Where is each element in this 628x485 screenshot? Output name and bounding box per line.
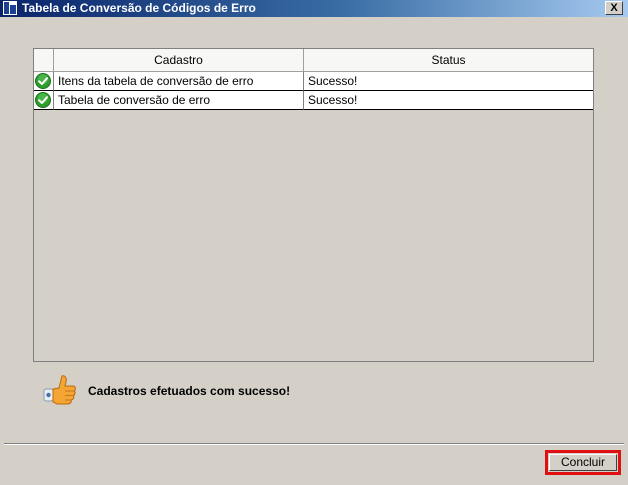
status-cell: Sucesso! xyxy=(304,91,593,110)
success-check-icon xyxy=(35,73,51,89)
grid-header: Cadastro Status xyxy=(34,49,593,72)
window-title: Tabela de Conversão de Códigos de Erro xyxy=(22,1,256,15)
column-header-status[interactable]: Status xyxy=(304,49,593,72)
footer-separator xyxy=(4,443,624,445)
table-row[interactable]: Tabela de conversão de erro Sucesso! xyxy=(34,91,593,110)
cadastro-cell: Itens da tabela de conversão de erro xyxy=(54,72,304,91)
success-check-icon xyxy=(35,92,51,108)
concluir-button-label: Concluir xyxy=(549,454,617,471)
cadastro-cell: Tabela de conversão de erro xyxy=(54,91,304,110)
concluir-button[interactable]: Concluir xyxy=(545,450,621,475)
column-header-cadastro[interactable]: Cadastro xyxy=(54,49,304,72)
status-cell: Sucesso! xyxy=(304,72,593,91)
close-button[interactable]: X xyxy=(605,1,623,15)
success-message: Cadastros efetuados com sucesso! xyxy=(88,384,291,398)
app-icon xyxy=(3,1,17,15)
table-row[interactable]: Itens da tabela de conversão de erro Suc… xyxy=(34,72,593,91)
row-status-icon-cell xyxy=(34,91,54,110)
column-header-selector[interactable] xyxy=(34,49,54,72)
thumbs-up-icon xyxy=(43,375,76,405)
title-bar: Tabela de Conversão de Códigos de Erro X xyxy=(0,0,628,17)
row-status-icon-cell xyxy=(34,72,54,91)
results-grid: Cadastro Status Itens da tabela de conve… xyxy=(33,48,594,362)
